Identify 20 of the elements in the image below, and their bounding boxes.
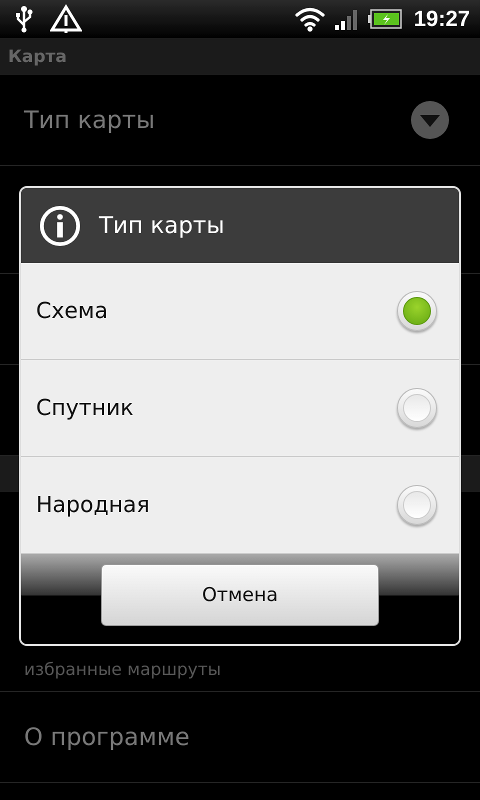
option-item[interactable]: Народная bbox=[21, 457, 459, 554]
screen-title: Карта bbox=[8, 46, 67, 66]
battery-icon bbox=[368, 9, 402, 29]
setting-item[interactable]: Тип карты bbox=[0, 75, 480, 166]
setting-description: избранные маршруты bbox=[24, 659, 222, 681]
radio-button[interactable] bbox=[397, 485, 437, 525]
dialog-title: Тип карты bbox=[99, 212, 224, 238]
wifi-icon bbox=[294, 6, 326, 32]
radio-button[interactable] bbox=[397, 388, 437, 428]
warning-icon bbox=[50, 4, 82, 34]
signal-icon bbox=[334, 8, 360, 30]
radio-button[interactable] bbox=[397, 291, 437, 331]
cancel-button[interactable]: Отмена bbox=[101, 564, 379, 626]
clock-time: 19:27 bbox=[414, 6, 470, 32]
info-icon bbox=[39, 204, 81, 246]
option-item[interactable]: Схема bbox=[21, 263, 459, 360]
setting-item[interactable]: О программе bbox=[0, 692, 480, 783]
dropdown-icon bbox=[410, 100, 450, 140]
option-item[interactable]: Спутник bbox=[21, 360, 459, 457]
usb-icon bbox=[14, 5, 34, 33]
